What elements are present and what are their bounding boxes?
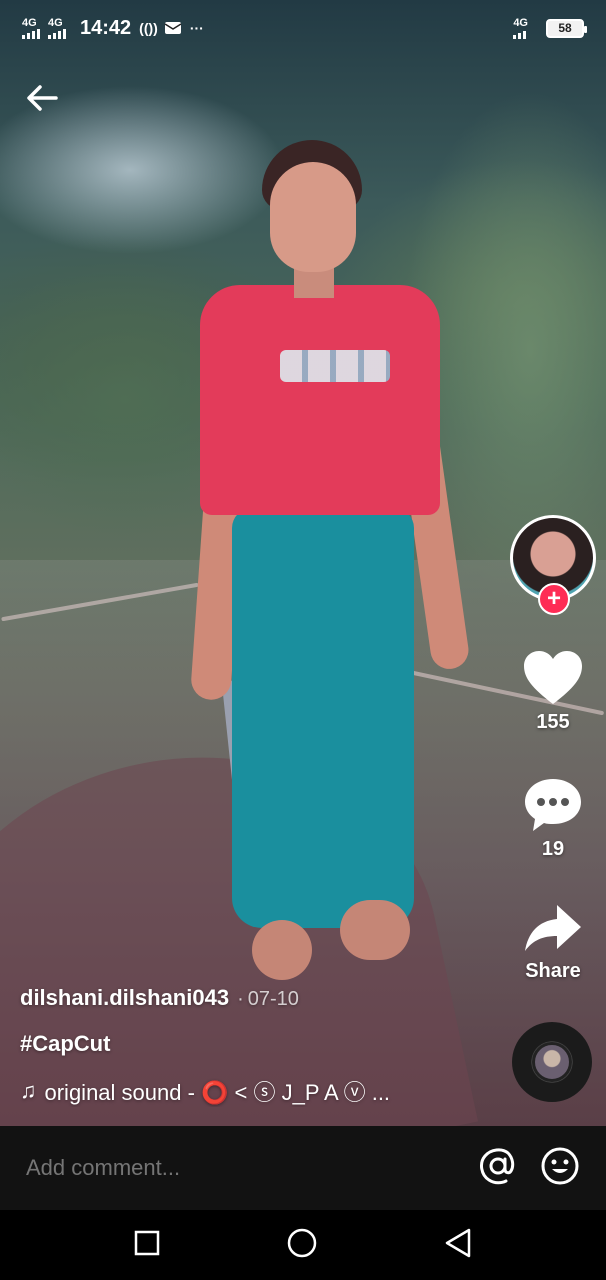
mail-icon: [164, 20, 182, 36]
hotspot-icon: (()): [139, 20, 158, 36]
recents-button[interactable]: [133, 1229, 161, 1262]
sound-disc-button[interactable]: [512, 1022, 592, 1102]
follow-button[interactable]: +: [538, 583, 570, 615]
speech-bubble-icon: [525, 779, 581, 831]
at-sign-icon: [480, 1147, 515, 1184]
sound-cover: [532, 1042, 572, 1082]
author-line: dilshani.dilshani043 · 07-10: [20, 985, 490, 1011]
status-time: 14:42: [80, 16, 132, 39]
circle-icon: [287, 1228, 317, 1257]
network-indicator: 4G: [513, 17, 528, 39]
system-nav-bar: [0, 1210, 606, 1280]
triangle-back-icon: [446, 1228, 471, 1257]
home-button[interactable]: [286, 1227, 318, 1264]
video-subject: [189, 140, 471, 1000]
status-bar: 4G 4G 14:42 (()) ··· 4G 58: [0, 0, 606, 56]
like-button[interactable]: 155: [510, 650, 596, 734]
share-label: Share: [525, 960, 581, 982]
plus-icon: +: [546, 585, 561, 612]
date-separator: ·: [237, 988, 244, 1010]
sound-title: original sound - ⭕ < ⓢ J_P A ⓥ ...: [44, 1080, 391, 1105]
post-date: 07-10: [247, 988, 299, 1010]
battery-indicator: 58: [546, 18, 587, 38]
emoji-button[interactable]: [540, 1146, 580, 1191]
comment-button[interactable]: 19: [510, 777, 596, 861]
comment-input[interactable]: [26, 1155, 478, 1181]
author-username[interactable]: dilshani.dilshani043: [20, 985, 229, 1011]
music-note-icon: ♫: [20, 1078, 37, 1103]
share-arrow-icon: [525, 905, 581, 951]
back-button[interactable]: [22, 78, 62, 118]
share-button[interactable]: Share: [510, 903, 596, 983]
arrow-left-icon: [27, 85, 58, 111]
sound-link[interactable]: ♫ original sound - ⭕ < ⓢ J_P A ⓥ ...: [20, 1075, 490, 1107]
author-avatar-button[interactable]: +: [510, 515, 596, 615]
comment-count: 19: [541, 838, 565, 860]
emoji-icon: [541, 1147, 579, 1184]
heart-icon: [524, 651, 582, 704]
video-caption: dilshani.dilshani043 · 07-10 #CapCut ♫ o…: [20, 985, 490, 1107]
hashtag-link[interactable]: #CapCut: [20, 1031, 490, 1057]
square-icon: [134, 1230, 159, 1255]
signal-indicator: 4G: [48, 17, 66, 39]
system-back-button[interactable]: [443, 1227, 473, 1264]
signal-indicator: 4G: [22, 17, 40, 39]
like-count: 155: [536, 711, 570, 733]
mention-button[interactable]: [478, 1146, 518, 1191]
more-notifications-icon: ···: [189, 20, 204, 36]
comment-bar: [0, 1126, 606, 1210]
